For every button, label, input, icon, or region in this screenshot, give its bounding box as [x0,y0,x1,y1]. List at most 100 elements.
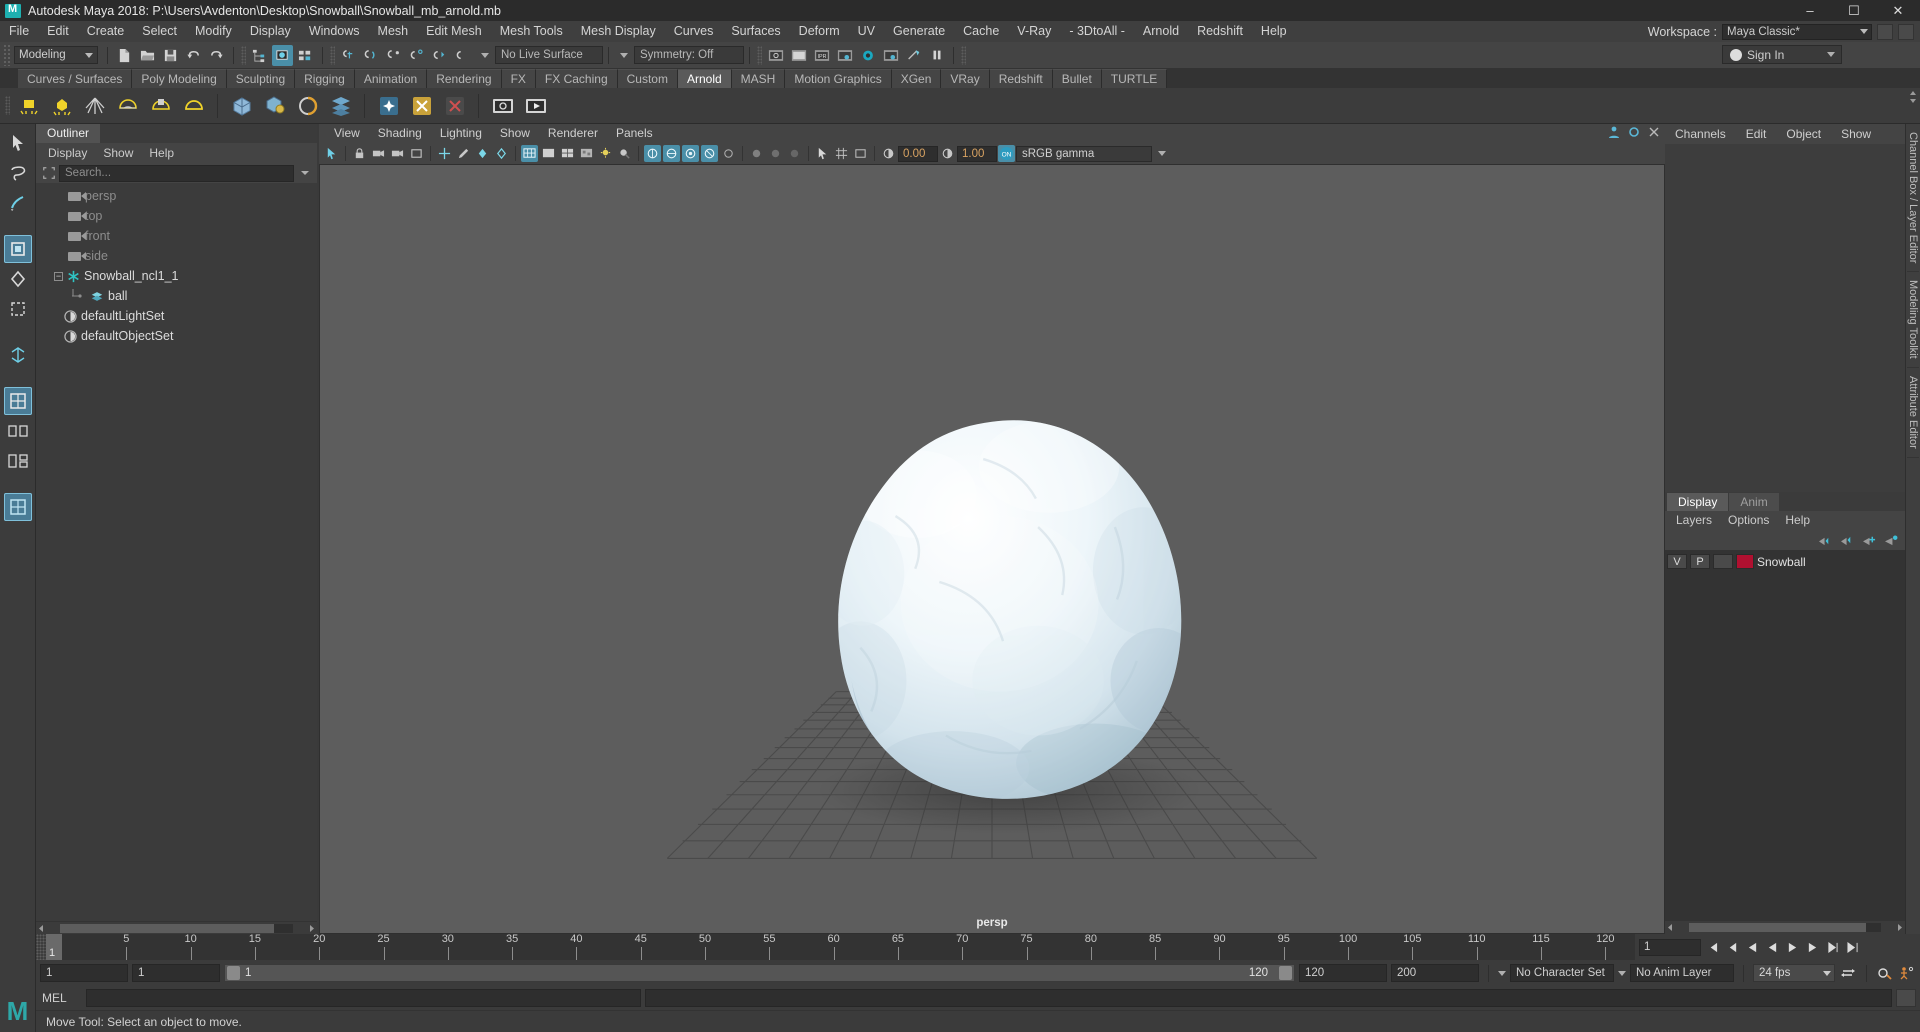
paint-select-tool-icon[interactable] [4,189,32,217]
create-new-layer-icon[interactable] [1862,534,1877,547]
animation-preferences-icon[interactable] [1898,964,1916,982]
xray-active-components-icon[interactable] [786,145,803,162]
motion-blur-icon[interactable] [663,145,680,162]
arnold-standin-icon[interactable] [227,91,256,120]
snap-to-view-plane-icon[interactable] [430,45,451,66]
three-pane-layout-icon[interactable] [4,447,32,475]
workspace-dropdown[interactable]: Maya Classic* [1722,23,1872,40]
viewport-select-arrow-icon[interactable] [814,145,831,162]
menu-mesh[interactable]: Mesh [369,21,418,42]
scrollbar-track[interactable] [1689,923,1881,932]
screen-space-ambient-occlusion-icon[interactable] [644,145,661,162]
search-input[interactable]: Search... [59,164,294,182]
arnold-photometric-light-icon[interactable] [179,91,208,120]
toolbar-grip[interactable] [757,45,762,65]
range-start-handle[interactable] [227,966,240,980]
shelf-tab-vray[interactable]: VRay [941,69,990,88]
sign-in-button[interactable]: Sign In [1722,45,1842,64]
animation-start-time-field[interactable]: 1 [40,964,128,982]
outliner-item-persp[interactable]: persp [36,186,317,206]
step-forward-key-icon[interactable] [1823,938,1841,956]
go-to-start-icon[interactable] [1703,938,1721,956]
show-hide-editor-icon[interactable] [765,45,786,66]
four-pane-layout-icon[interactable] [3,493,32,521]
outliner-menu-show[interactable]: Show [95,143,141,163]
scrollbar-thumb[interactable] [60,923,275,933]
outliner-item-defaultobjectset[interactable]: defaultObjectSet [36,326,317,346]
shelf-tab-curves-surfaces[interactable]: Curves / Surfaces [18,69,133,88]
toolbar-grip[interactable] [3,44,10,66]
shelf-tab-rendering[interactable]: Rendering [427,69,502,88]
shelf-tab-rigging[interactable]: Rigging [295,69,355,88]
layer-menu-options[interactable]: Options [1720,511,1777,530]
step-forward-frame-icon[interactable] [1803,938,1821,956]
channelbox-menu-channels[interactable]: Channels [1665,124,1736,144]
film-gate-icon[interactable] [852,145,869,162]
shadows-icon[interactable] [616,145,633,162]
current-frame-field[interactable]: 1 [1639,938,1701,956]
workspace-settings-icon[interactable] [1877,23,1893,40]
shelf-tab-motion-graphics[interactable]: Motion Graphics [785,69,892,88]
menu-file[interactable]: File [0,21,38,42]
shaded-wireframe-icon[interactable] [559,145,576,162]
shelf-grip[interactable] [5,96,10,115]
exposure-icon[interactable] [880,145,897,162]
time-slider[interactable]: 1 5 10 15 20 25 30 35 40 45 50 55 60 65 70 75 80 85 90 95 1… [46,934,1635,960]
viewport-menu-panels[interactable]: Panels [607,124,662,143]
outliner-item-ball[interactable]: ball [36,286,317,306]
shelf-tab-poly-modeling[interactable]: Poly Modeling [132,69,227,88]
outliner-menu-display[interactable]: Display [40,143,95,163]
shelf-tab-bullet[interactable]: Bullet [1052,69,1102,88]
arnold-bake-icon[interactable] [440,91,469,120]
menu-mesh-display[interactable]: Mesh Display [572,21,665,42]
outliner-horizontal-scrollbar[interactable] [36,921,317,934]
two-d-pan-zoom-icon[interactable] [436,145,453,162]
layer-playback-toggle[interactable]: P [1690,554,1710,569]
arnold-flare-icon[interactable] [374,91,403,120]
viewport-menu-show[interactable]: Show [491,124,539,143]
arnold-mesh-light-icon[interactable] [146,91,175,120]
wireframe-icon[interactable] [521,145,538,162]
viewport-menu-lighting[interactable]: Lighting [431,124,491,143]
arnold-volume-icon[interactable] [260,91,289,120]
playback-speed-dropdown[interactable]: 24 fps [1753,964,1835,982]
channelbox-menu-edit[interactable]: Edit [1736,124,1777,144]
scale-tool-icon[interactable] [4,295,32,323]
viewport-menu-renderer[interactable]: Renderer [539,124,607,143]
menu-help[interactable]: Help [1252,21,1296,42]
render-settings-icon[interactable] [834,45,855,66]
range-end-handle[interactable] [1279,966,1292,980]
collapse-toggle-icon[interactable]: − [54,271,63,281]
panel-gear-icon[interactable] [1627,125,1641,139]
use-all-lights-icon[interactable] [597,145,614,162]
range-start-time-field[interactable]: 1 [132,964,220,982]
lock-camera-icon[interactable] [351,145,368,162]
mel-label[interactable]: MEL [42,991,82,1005]
two-pane-layout-icon[interactable] [4,417,32,445]
gamma-field[interactable]: 1.00 [957,145,997,162]
grease-pencil-icon[interactable] [455,145,472,162]
exposure-field[interactable]: 0.00 [898,145,938,162]
rotate-tool-icon[interactable] [4,265,32,293]
chevron-down-icon[interactable] [296,165,313,182]
menu-3dtoall[interactable]: - 3DtoAll - [1060,21,1134,42]
symmetry-chevron-icon[interactable] [620,52,628,58]
maximize-button[interactable]: ☐ [1832,0,1876,21]
xray-joints-icon[interactable] [767,145,784,162]
render-view-icon[interactable] [788,45,809,66]
save-scene-icon[interactable] [160,45,181,66]
arnold-open-render-view-icon[interactable] [488,91,517,120]
viewport-menu-shading[interactable]: Shading [369,124,431,143]
toolbar-grip[interactable] [961,45,966,65]
shelf-tab-arnold[interactable]: Arnold [677,69,732,88]
hypershade-icon[interactable] [857,45,878,66]
character-set-chevron-icon[interactable] [1498,970,1506,976]
keyframe-icon[interactable] [474,145,491,162]
shelf-tab-fx[interactable]: FX [501,69,536,88]
chevron-down-icon[interactable] [481,52,489,58]
toolbar-grip[interactable] [330,45,335,65]
channelbox-menu-object[interactable]: Object [1776,124,1831,144]
shelf-tab-animation[interactable]: Animation [354,69,428,88]
menu-edit-mesh[interactable]: Edit Mesh [417,21,491,42]
tab-channel-box-layer-editor[interactable]: Channel Box / Layer Editor [1907,124,1919,273]
